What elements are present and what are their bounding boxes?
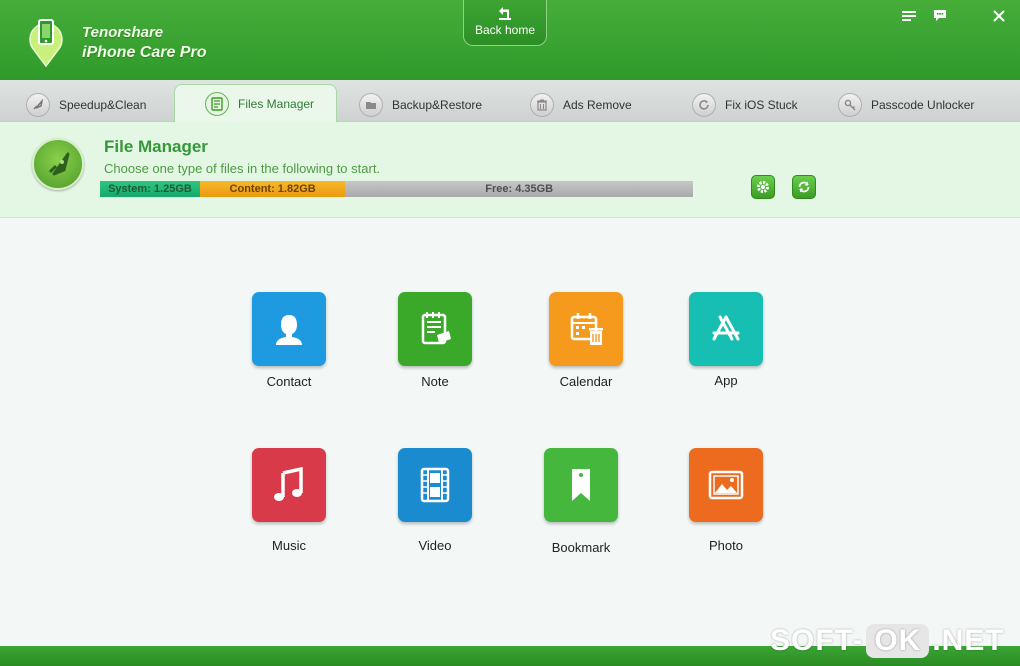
tile-label: Music [272, 538, 306, 553]
tab-label: Ads Remove [563, 98, 632, 112]
close-icon [993, 10, 1005, 22]
title-bar: Tenorshare iPhone Care Pro Back home [0, 0, 1020, 80]
rocket-icon [26, 93, 50, 117]
watermark-pre: SOFT- [770, 624, 864, 657]
back-home-button[interactable]: Back home [463, 0, 547, 46]
refresh-icon [692, 93, 716, 117]
back-arrow-icon [499, 7, 511, 20]
photo-icon [708, 470, 744, 500]
file-type-contact[interactable]: Contact [252, 292, 326, 389]
note-tile [398, 292, 472, 366]
contact-tile [252, 292, 326, 366]
tile-label: Note [421, 374, 449, 389]
panel-subtitle: Choose one type of files in the followin… [104, 161, 381, 176]
storage-bar: System: 1.25GB Content: 1.82GB Free: 4.35G… [100, 181, 694, 197]
calendar-tile [549, 292, 623, 366]
brand-line2: iPhone Care Pro [82, 44, 207, 61]
files-icon [205, 92, 229, 116]
tile-label: App [714, 373, 738, 388]
bookmark-icon [572, 469, 590, 501]
file-manager-rocket-icon [32, 138, 84, 190]
music-icon [274, 466, 303, 501]
tab-label: Speedup&Clean [59, 98, 147, 112]
watermark-mid: OK [866, 624, 930, 658]
menu-icon [902, 11, 916, 21]
music-tile [252, 448, 326, 522]
tab-fix-ios-stuck[interactable]: Fix iOS Stuck [692, 89, 798, 121]
tab-label: Files Manager [238, 97, 315, 111]
gear-icon [757, 181, 769, 193]
note-icon [421, 312, 451, 345]
refresh-icon [798, 181, 810, 193]
tab-files-manager[interactable]: Files Manager [174, 84, 338, 123]
feedback-button[interactable] [931, 8, 949, 26]
tab-label: Fix iOS Stuck [725, 98, 798, 112]
back-home-label: Back home [474, 23, 536, 37]
close-button[interactable] [990, 8, 1008, 26]
tile-label: Video [418, 538, 452, 553]
tile-label: Contact [266, 374, 312, 389]
tab-label: Passcode Unlocker [871, 98, 975, 112]
settings-button[interactable] [751, 175, 775, 199]
video-tile [398, 448, 472, 522]
file-type-photo[interactable]: Photo [689, 448, 763, 553]
feedback-icon [934, 10, 946, 21]
file-type-note[interactable]: Note [398, 292, 472, 389]
tab-bar: Speedup&Clean Files Manager Backup&Resto… [0, 80, 1020, 123]
tile-label: Bookmark [551, 540, 611, 555]
file-type-bookmark[interactable]: Bookmark [544, 448, 618, 555]
tab-passcode-unlocker[interactable]: Passcode Unlocker [838, 89, 974, 121]
file-type-video[interactable]: Video [398, 448, 472, 553]
menu-button[interactable] [900, 8, 918, 26]
watermark-post: .NET [932, 624, 1005, 657]
photo-tile [689, 448, 763, 522]
tab-backup-restore[interactable]: Backup&Restore [359, 89, 482, 121]
tab-label: Backup&Restore [392, 98, 483, 112]
tile-label: Calendar [559, 374, 613, 389]
video-icon [420, 467, 450, 503]
app-store-icon [712, 315, 740, 341]
app-logo-icon [29, 19, 63, 68]
calendar-icon [570, 313, 603, 345]
tile-label: Photo [709, 538, 743, 553]
refresh-button[interactable] [792, 175, 816, 199]
panel-title: File Manager [104, 137, 208, 156]
bookmark-tile [544, 448, 618, 522]
storage-content-segment: Content: 1.82GB [199, 181, 346, 197]
storage-free-segment: Free: 4.35GB [345, 181, 694, 197]
file-type-music[interactable]: Music [252, 448, 326, 553]
folder-icon [359, 93, 383, 117]
file-type-calendar[interactable]: Calendar [549, 292, 623, 389]
key-icon [838, 93, 862, 117]
trash-icon [530, 93, 554, 117]
contact-icon [276, 315, 302, 345]
storage-system-segment: System: 1.25GB [100, 181, 200, 197]
brand-line1: Tenorshare [82, 24, 164, 41]
file-type-app[interactable]: App [689, 292, 763, 388]
app-tile [689, 292, 763, 366]
tab-ads-remove[interactable]: Ads Remove [530, 89, 632, 121]
watermark: SOFT- OK .NET [770, 622, 1005, 660]
brand-name: Tenorshare iPhone Care Pro [82, 24, 206, 64]
tab-speedup-clean[interactable]: Speedup&Clean [26, 89, 146, 121]
